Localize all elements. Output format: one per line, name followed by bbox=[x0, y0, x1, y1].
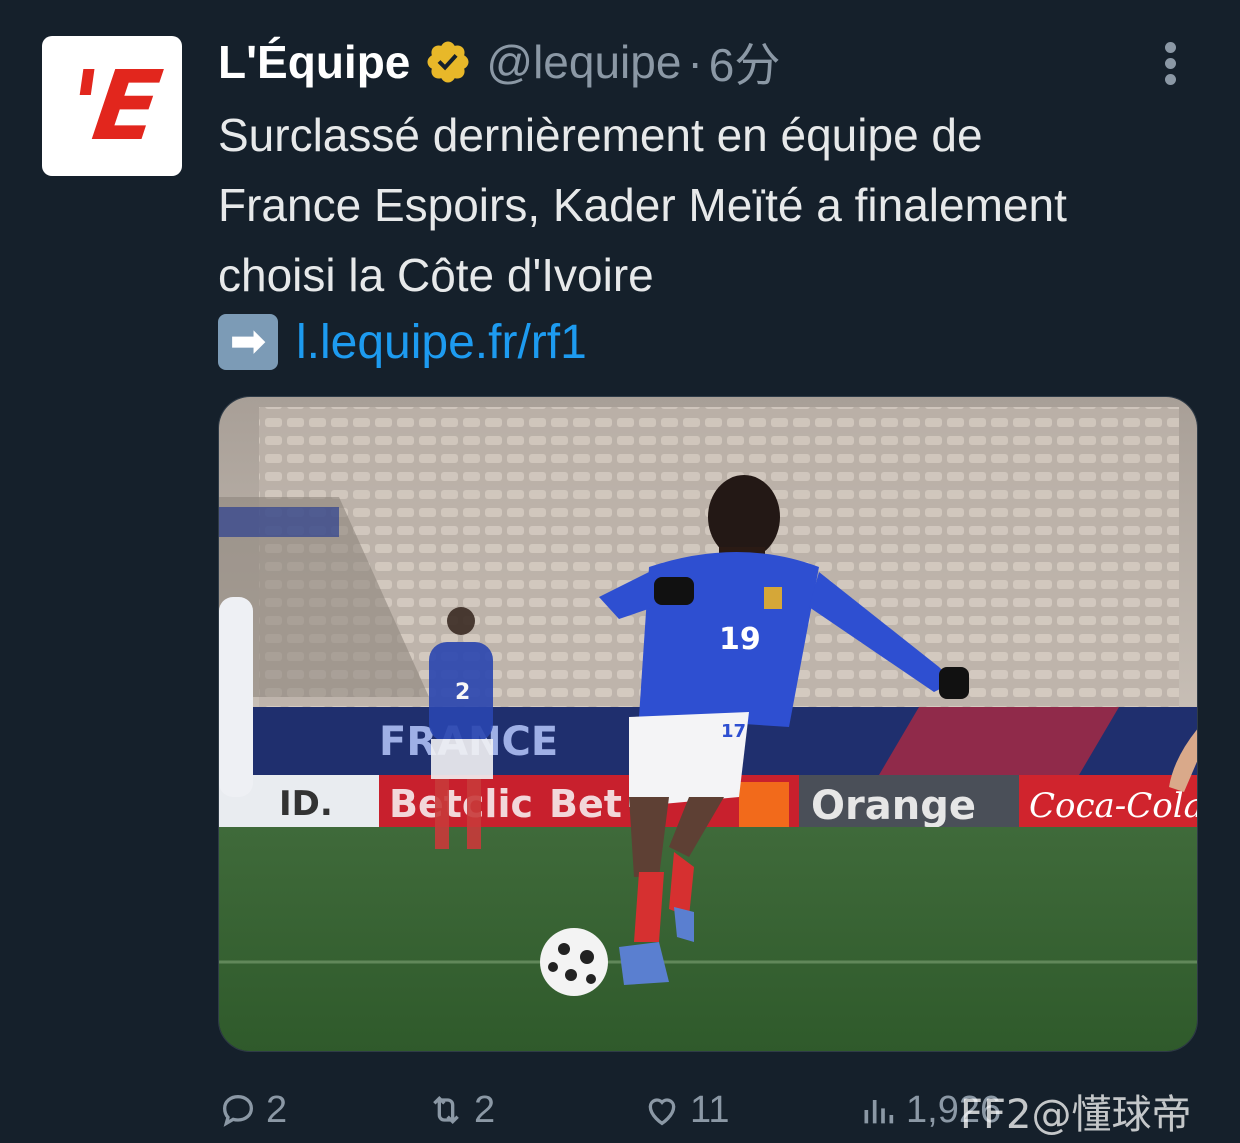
right-arrow-emoji-icon: ➡ bbox=[218, 314, 278, 370]
board-orange: Orange bbox=[811, 783, 976, 829]
tweet-card[interactable]: 'E L'Équipe @lequipe · 6分 Surclassé dern… bbox=[0, 0, 1240, 1143]
author-name[interactable]: L'Équipe bbox=[218, 35, 410, 89]
reply-button[interactable]: 2 bbox=[218, 1080, 287, 1140]
football-photo: FRANCE ID. Betclic Bet Orange Coca-Cola … bbox=[219, 397, 1198, 1051]
board-bet: Bet bbox=[549, 782, 622, 826]
header-separator: · bbox=[687, 36, 703, 88]
verified-badge-icon[interactable] bbox=[424, 38, 472, 86]
board-betclic: Betclic bbox=[389, 782, 533, 826]
svg-text:2: 2 bbox=[455, 680, 470, 705]
tweet-header: L'Équipe @lequipe · 6分 bbox=[218, 30, 780, 94]
board-id: ID. bbox=[279, 784, 333, 824]
football bbox=[540, 928, 608, 996]
tweet-media-photo[interactable]: FRANCE ID. Betclic Bet Orange Coca-Cola … bbox=[218, 396, 1198, 1052]
article-link[interactable]: l.lequipe.fr/rf1 bbox=[296, 315, 587, 370]
author-handle[interactable]: @lequipe bbox=[486, 35, 681, 89]
repost-count: 2 bbox=[474, 1088, 496, 1131]
repost-icon bbox=[433, 1095, 459, 1125]
tweet-text: Surclassé dernièrement en équipe de Fran… bbox=[218, 109, 1067, 301]
repost-button[interactable]: 2 bbox=[426, 1080, 495, 1140]
lequipe-logo: 'E bbox=[60, 50, 164, 162]
link-line: ➡ l.lequipe.fr/rf1 bbox=[218, 310, 587, 374]
avatar[interactable]: 'E bbox=[42, 36, 182, 176]
heart-icon bbox=[648, 1098, 676, 1126]
views-chart-icon bbox=[864, 1100, 894, 1124]
reply-count: 2 bbox=[266, 1088, 288, 1131]
reply-icon bbox=[222, 1094, 254, 1127]
more-options-icon[interactable] bbox=[1162, 42, 1178, 90]
jersey-number: 19 bbox=[719, 622, 761, 657]
like-button[interactable]: 11 bbox=[642, 1080, 729, 1140]
svg-text:17: 17 bbox=[721, 721, 746, 742]
watermark: FF2@懂球帝 bbox=[960, 1092, 1192, 1138]
timestamp[interactable]: 6分 bbox=[709, 29, 781, 95]
like-count: 11 bbox=[690, 1088, 730, 1131]
board-coca-cola: Coca-Cola bbox=[1029, 786, 1198, 826]
